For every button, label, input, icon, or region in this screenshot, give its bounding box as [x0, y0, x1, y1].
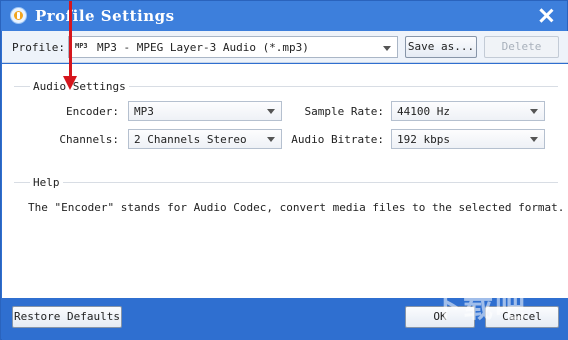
channels-value: 2 Channels Stereo	[134, 133, 247, 146]
sample-rate-label: Sample Rate:	[304, 105, 384, 118]
encoder-value: MP3	[134, 105, 154, 118]
annotation-arrow-shaft	[69, 1, 72, 79]
sample-rate-select[interactable]: 44100 Hz	[391, 101, 545, 121]
profile-label: Profile:	[12, 41, 65, 54]
audio-bitrate-label: Audio Bitrate:	[291, 133, 384, 146]
settings-panel: Audio Settings Encoder: MP3 Sample Rate:…	[2, 1, 568, 298]
profile-settings-dialog: Profile Settings Profile: MP3 MP3 - MPEG…	[0, 0, 568, 340]
audio-bitrate-select[interactable]: 192 kbps	[391, 129, 545, 149]
channels-select[interactable]: 2 Channels Stereo	[128, 129, 282, 149]
chevron-down-icon[interactable]	[530, 109, 538, 114]
title-bar[interactable]: Profile Settings	[1, 1, 567, 31]
save-as-button[interactable]: Save as...	[405, 36, 477, 58]
chevron-down-icon[interactable]	[267, 109, 275, 114]
watermark-logo: 下载吧	[431, 290, 527, 325]
help-divider	[14, 182, 558, 183]
mp3-format-icon: MP3	[75, 42, 88, 50]
chevron-down-icon[interactable]	[267, 137, 275, 142]
help-title: Help	[30, 176, 63, 189]
profile-bar: Profile: MP3 MP3 - MPEG Layer-3 Audio (*…	[2, 31, 568, 63]
audio-bitrate-value: 192 kbps	[397, 133, 450, 146]
encoder-select[interactable]: MP3	[128, 101, 282, 121]
restore-defaults-button[interactable]: Restore Defaults	[12, 306, 122, 328]
delete-button[interactable]: Delete	[484, 36, 559, 58]
close-icon[interactable]	[535, 5, 557, 27]
chevron-down-icon[interactable]	[383, 46, 391, 51]
encoder-label: Encoder:	[66, 105, 119, 118]
profile-selected-value: MP3 - MPEG Layer-3 Audio (*.mp3)	[97, 41, 309, 54]
app-icon	[10, 7, 27, 24]
window-title: Profile Settings	[35, 7, 175, 25]
sample-rate-value: 44100 Hz	[397, 105, 450, 118]
chevron-down-icon[interactable]	[530, 137, 538, 142]
channels-label: Channels:	[59, 133, 119, 146]
profile-select[interactable]: MP3 MP3 - MPEG Layer-3 Audio (*.mp3)	[68, 36, 398, 58]
help-text: The "Encoder" stands for Audio Codec, co…	[28, 201, 565, 214]
audio-settings-title: Audio Settings	[30, 80, 129, 93]
annotation-arrow-icon	[63, 76, 77, 90]
